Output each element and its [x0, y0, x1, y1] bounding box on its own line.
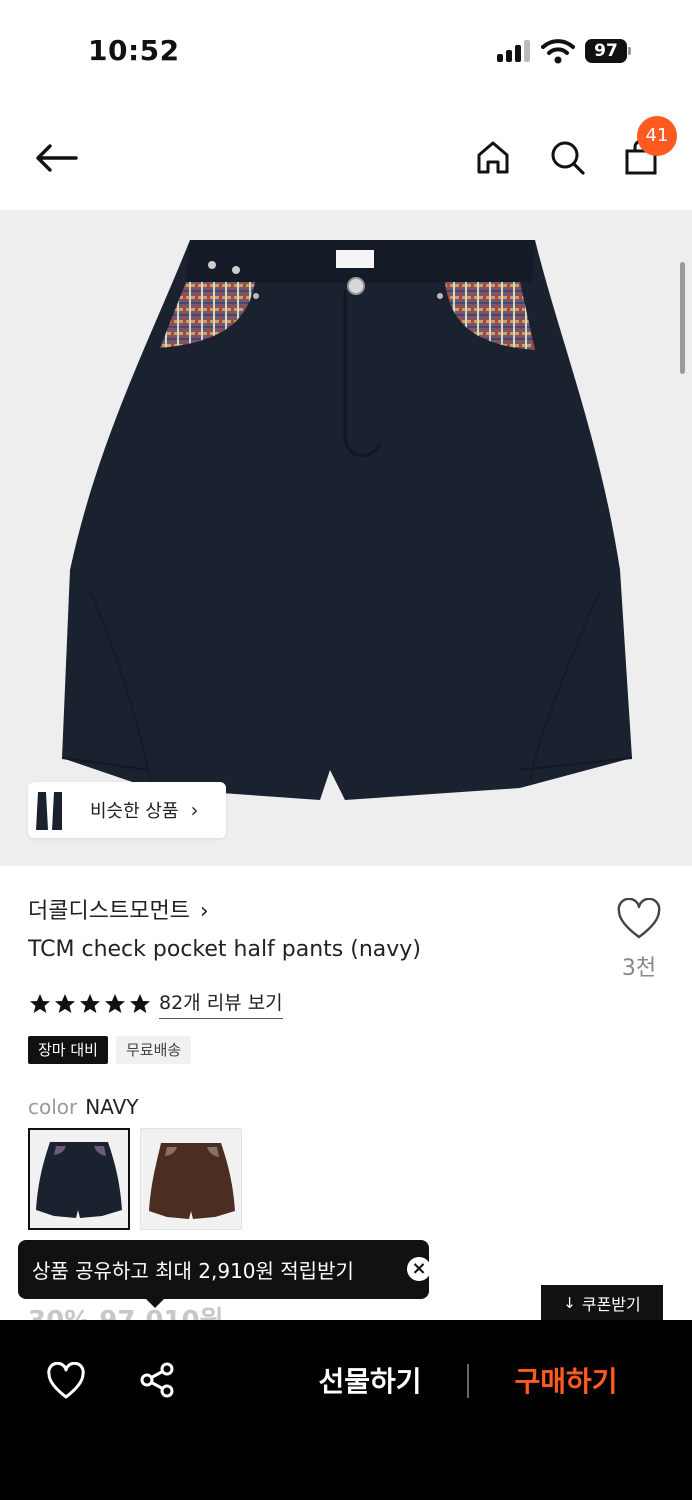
similar-products-button[interactable]: 비슷한 상품 ›: [28, 782, 226, 838]
image-scroll-indicator: [680, 262, 685, 374]
product-image[interactable]: [0, 210, 692, 866]
color-swatch-navy[interactable]: [28, 1128, 130, 1230]
wifi-icon: [541, 38, 575, 64]
search-icon[interactable]: [544, 134, 590, 180]
review-link[interactable]: 82개 리뷰 보기: [159, 988, 283, 1019]
battery-icon: 97: [585, 39, 631, 63]
status-time: 10:52: [88, 34, 180, 67]
close-icon[interactable]: ×: [407, 1257, 431, 1281]
tooltip-text: 상품 공유하고 최대 2,910원 적립받기: [32, 1259, 354, 1283]
similar-thumbnail: [32, 786, 80, 834]
star-rating: [28, 992, 153, 1016]
color-row: color NAVY: [28, 1095, 139, 1119]
coupon-label: 쿠폰받기: [581, 1295, 641, 1314]
price-row: 30% 97,010원: [28, 1306, 224, 1320]
cart-count-badge: 41: [637, 116, 677, 156]
nav-bar: [0, 100, 692, 210]
brand-link[interactable]: 더콜디스트모먼트 ›: [28, 893, 209, 925]
color-value: NAVY: [85, 1095, 139, 1119]
color-label: color: [28, 1095, 78, 1119]
star-icon: [130, 993, 150, 1013]
color-swatch-brown[interactable]: [140, 1128, 242, 1230]
signal-icon: [497, 40, 533, 62]
home-icon[interactable]: [470, 134, 516, 180]
download-icon: ↓: [563, 1294, 576, 1312]
product-title: TCM check pocket half pants (navy): [28, 937, 421, 962]
share-icon[interactable]: [138, 1360, 178, 1400]
back-arrow-icon[interactable]: [30, 136, 82, 180]
heart-icon[interactable]: [616, 897, 662, 940]
star-icon: [80, 993, 100, 1013]
star-icon: [30, 993, 50, 1013]
heart-icon[interactable]: [46, 1361, 86, 1400]
buy-button[interactable]: 구매하기: [496, 1360, 636, 1400]
star-icon: [55, 993, 75, 1013]
tag-badge: 무료배송: [115, 1036, 192, 1064]
star-icon: [105, 993, 125, 1013]
rating-row: 82개 리뷰 보기: [28, 988, 283, 1019]
similar-products-label: 비슷한 상품: [90, 801, 179, 822]
coupon-download-button[interactable]: ↓ 쿠폰받기: [541, 1285, 663, 1321]
brand-name: 더콜디스트모먼트: [28, 899, 190, 924]
bottom-action-bar: 선물하기 구매하기: [0, 1320, 692, 1500]
status-bar: 10:52 97: [0, 0, 692, 100]
like-count: 3천: [621, 956, 657, 981]
tag-badge: 장마 대비: [28, 1036, 108, 1064]
gift-button[interactable]: 선물하기: [300, 1360, 440, 1400]
tag-list: 장마 대비 무료배송: [28, 1036, 199, 1064]
chevron-right-icon: ›: [199, 899, 209, 924]
divider: [467, 1364, 469, 1398]
chevron-right-icon: ›: [190, 798, 199, 822]
share-reward-tooltip: 상품 공유하고 최대 2,910원 적립받기 ×: [18, 1240, 431, 1299]
battery-level: 97: [585, 39, 627, 63]
